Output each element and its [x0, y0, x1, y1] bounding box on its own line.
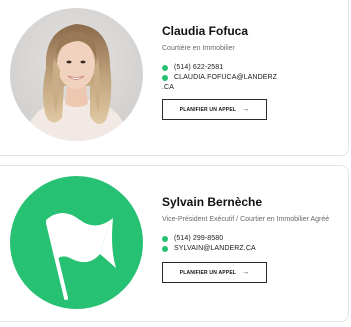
schedule-call-button[interactable]: PLANIFIER UN APPEL →	[162, 262, 267, 283]
schedule-call-label: PLANIFIER UN APPEL	[179, 106, 237, 113]
agent-role: Vice-Président Exécutif / Courtier en Im…	[162, 216, 330, 223]
phone-number: (514) 299-8580	[174, 235, 224, 242]
arrow-right-icon: →	[242, 269, 250, 276]
agent-photo	[10, 176, 143, 309]
arrow-right-icon: →	[242, 106, 250, 113]
email-address: SYLVAIN@LANDERZ.CA	[174, 245, 256, 252]
flag-icon	[46, 213, 116, 300]
agent-info: Claudia Fofuca Courtière en Immobilier (…	[162, 23, 340, 120]
agent-role: Courtière en Immobilier	[162, 45, 235, 52]
schedule-call-label: PLANIFIER UN APPEL	[179, 269, 237, 276]
agent-card: Sylvain Bernèche Vice-Président Exécutif…	[0, 165, 349, 322]
bullet-dot-icon	[162, 65, 168, 71]
bullet-dot-icon	[162, 236, 168, 242]
agent-name: Claudia Fofuca	[162, 24, 249, 38]
email-item[interactable]: SYLVAIN@LANDERZ.CA	[162, 244, 340, 254]
phone-item[interactable]: (514) 622-2581	[162, 63, 340, 73]
schedule-call-button[interactable]: PLANIFIER UN APPEL →	[162, 99, 267, 120]
agent-info: Sylvain Bernèche Vice-Président Exécutif…	[162, 194, 340, 283]
agent-name: Sylvain Bernèche	[162, 195, 263, 209]
contact-list: (514) 622-2581 CLAUDIA.FOFUCA@LANDERZ .C…	[162, 63, 340, 93]
email-address-line2: .CA	[162, 84, 174, 91]
agent-card: Claudia Fofuca Courtière en Immobilier (…	[0, 0, 349, 156]
bullet-dot-icon	[162, 75, 168, 81]
agent-photo	[10, 8, 143, 141]
email-item[interactable]: CLAUDIA.FOFUCA@LANDERZ	[162, 73, 340, 83]
portrait-photo	[10, 8, 143, 141]
contact-list: (514) 299-8580 SYLVAIN@LANDERZ.CA	[162, 234, 340, 254]
email-address-line1: CLAUDIA.FOFUCA@LANDERZ	[174, 74, 278, 81]
phone-item[interactable]: (514) 299-8580	[162, 234, 340, 244]
email-item-continuation[interactable]: .CA	[162, 83, 340, 93]
phone-number: (514) 622-2581	[174, 64, 224, 71]
bullet-dot-icon	[162, 246, 168, 252]
